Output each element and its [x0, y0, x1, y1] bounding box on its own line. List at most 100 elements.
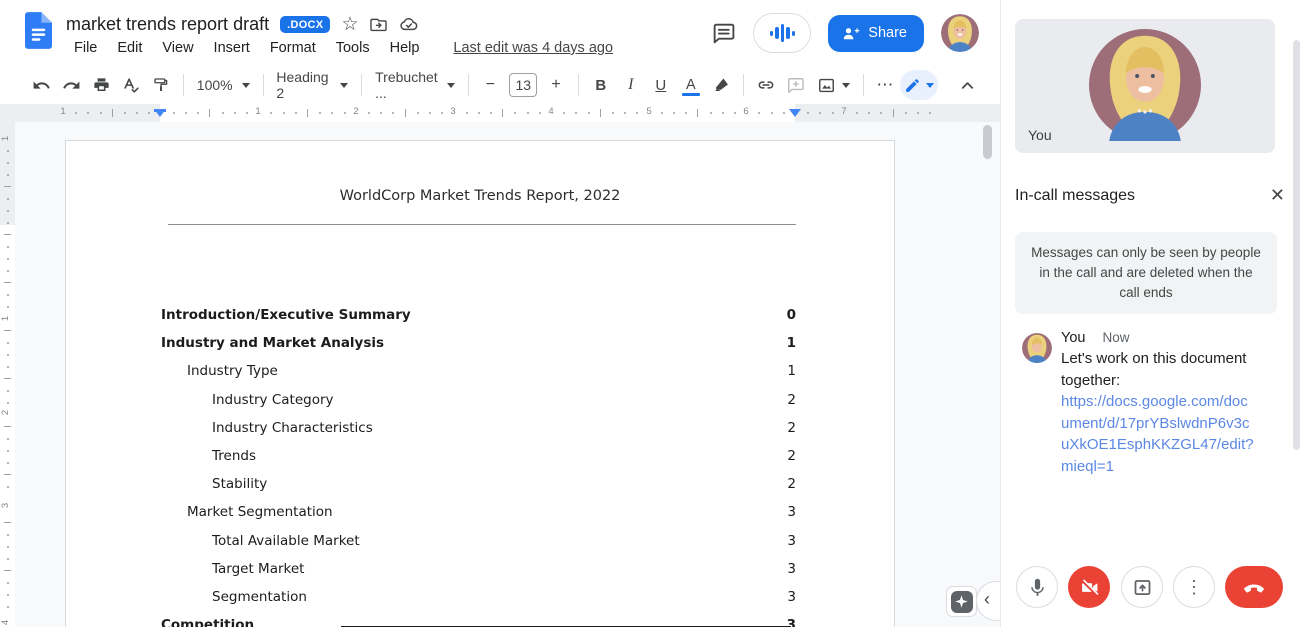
left-indent-marker[interactable] — [154, 109, 166, 117]
ruler-tick — [283, 112, 285, 114]
horizontal-ruler[interactable]: 11234567 — [15, 104, 1000, 122]
join-call-button[interactable] — [753, 13, 811, 53]
ruler-tick — [478, 112, 480, 114]
toc-row[interactable]: Competition3 — [161, 617, 796, 627]
cloud-status-icon[interactable] — [399, 14, 419, 34]
add-comment-button[interactable] — [783, 72, 809, 98]
document-link-line[interactable]: mieql=1 — [1061, 456, 1285, 478]
document-link-line[interactable]: https://docs.google.com/doc — [1061, 391, 1285, 413]
menu-file[interactable]: File — [74, 40, 97, 56]
vertical-ruler[interactable]: 11234 — [0, 122, 15, 627]
end-call-button[interactable] — [1225, 566, 1283, 608]
message-text-line: together: — [1061, 370, 1285, 392]
toc-row[interactable]: Stability2 — [161, 476, 796, 496]
menu-view[interactable]: View — [162, 40, 193, 56]
editing-mode-button[interactable] — [900, 70, 938, 100]
ruler-number: 3 — [450, 106, 455, 117]
document-title[interactable]: market trends report draft — [66, 14, 269, 35]
right-indent-marker[interactable] — [789, 109, 801, 117]
move-folder-icon[interactable] — [369, 15, 388, 34]
document-link[interactable]: https://docs.google.com/document/d/17prY… — [1061, 391, 1285, 477]
docs-logo-icon[interactable] — [25, 12, 52, 49]
toc-row[interactable]: Market Segmentation3 — [161, 504, 796, 524]
ruler-tick — [563, 112, 565, 114]
bold-button[interactable]: B — [588, 72, 614, 98]
menu-help[interactable]: Help — [390, 40, 420, 56]
more-options-button[interactable]: ⋮ — [1173, 566, 1215, 608]
toc-row[interactable]: Target Market3 — [161, 561, 796, 581]
toc-row[interactable]: Total Available Market3 — [161, 533, 796, 553]
title-row: market trends report draft .DOCX ☆ — [66, 10, 419, 38]
underline-button[interactable]: U — [648, 72, 674, 98]
toc-row[interactable]: Trends2 — [161, 448, 796, 468]
increase-font-button[interactable]: + — [543, 72, 569, 98]
font-size-input[interactable]: 13 — [509, 73, 537, 97]
account-avatar[interactable] — [941, 14, 979, 52]
menu-tools[interactable]: Tools — [336, 40, 370, 56]
ruler-number: 4 — [0, 620, 11, 625]
ruler-tick — [905, 112, 907, 114]
toc-page-number: 0 — [787, 307, 796, 323]
panel-scrollbar[interactable] — [1293, 40, 1300, 450]
last-edit-link[interactable]: Last edit was 4 days ago — [453, 40, 613, 56]
meet-call-panel: You In-call messages ✕ Messages can only… — [1000, 0, 1302, 627]
camera-off-icon — [1079, 577, 1100, 598]
decrease-font-button[interactable]: − — [477, 72, 503, 98]
menu-format[interactable]: Format — [270, 40, 316, 56]
camera-off-button[interactable] — [1068, 566, 1110, 608]
ruler-tick — [710, 112, 712, 114]
spellcheck-button[interactable] — [118, 72, 144, 98]
toc-row[interactable]: Introduction/Executive Summary 0 — [161, 307, 796, 327]
toc-page-number: 1 — [787, 363, 796, 379]
ruler-tick — [392, 112, 394, 114]
menu-insert[interactable]: Insert — [214, 40, 250, 56]
undo-button[interactable] — [28, 72, 54, 98]
close-icon[interactable]: ✕ — [1266, 183, 1289, 208]
microphone-button[interactable] — [1016, 566, 1058, 608]
redo-button[interactable] — [58, 72, 84, 98]
ruler-tick — [7, 222, 9, 224]
present-screen-button[interactable] — [1121, 566, 1163, 608]
side-panel-collapse-tab[interactable]: ‹ — [976, 581, 1000, 621]
explore-button[interactable] — [946, 586, 977, 617]
ruler-tick — [758, 112, 760, 114]
document-link-line[interactable]: ument/d/17prYBslwdnP6v3c — [1061, 413, 1285, 435]
ruler-tick — [514, 112, 516, 114]
comment-history-icon[interactable] — [711, 21, 736, 46]
print-button[interactable] — [88, 72, 114, 98]
ruler-tick — [4, 378, 11, 379]
share-button[interactable]: Share — [828, 15, 924, 52]
toc-label: Introduction/Executive Summary — [161, 307, 411, 323]
document-canvas[interactable]: 11234 WorldCorp Market Trends Report, 20… — [0, 122, 1000, 627]
toc-row[interactable]: Industry Category2 — [161, 392, 796, 412]
toc-row[interactable]: Segmentation3 — [161, 589, 796, 609]
self-video-tile[interactable]: You — [1015, 19, 1275, 153]
paint-format-button[interactable] — [148, 72, 174, 98]
insert-image-button[interactable] — [811, 72, 856, 98]
message-text: Let's work on this documenttogether: — [1061, 348, 1285, 391]
text-color-button[interactable]: A — [678, 72, 704, 98]
insert-link-button[interactable] — [753, 72, 779, 98]
menu-edit[interactable]: Edit — [117, 40, 142, 56]
toc-row[interactable]: Industry and Market Analysis1 — [161, 335, 796, 355]
more-tools-button[interactable]: ⋯ — [872, 72, 898, 98]
message-body: Let's work on this documenttogether: htt… — [1061, 348, 1285, 477]
toc-row[interactable]: Industry Characteristics2 — [161, 420, 796, 440]
font-select[interactable]: Trebuchet ... — [369, 72, 461, 98]
ruler-tick — [209, 109, 210, 117]
ruler-tick — [307, 109, 308, 117]
document-scrollbar[interactable] — [983, 125, 992, 159]
document-heading[interactable]: WorldCorp Market Trends Report, 2022 — [66, 188, 894, 204]
hide-menus-button[interactable] — [954, 72, 980, 98]
document-page[interactable]: WorldCorp Market Trends Report, 2022 Int… — [65, 140, 895, 627]
zoom-select[interactable]: 100% — [191, 72, 256, 98]
document-link-line[interactable]: uXkOE1EsphKKZGL47/edit? — [1061, 434, 1285, 456]
toc-row[interactable]: Industry Type1 — [161, 363, 796, 383]
italic-button[interactable]: I — [618, 72, 644, 98]
star-icon[interactable]: ☆ — [341, 15, 358, 34]
call-controls: ⋮ — [1001, 566, 1302, 608]
ruler-tick — [124, 112, 126, 114]
highlight-button[interactable] — [708, 72, 734, 98]
paragraph-style-select[interactable]: Heading 2 — [270, 72, 354, 98]
share-label: Share — [868, 25, 907, 41]
